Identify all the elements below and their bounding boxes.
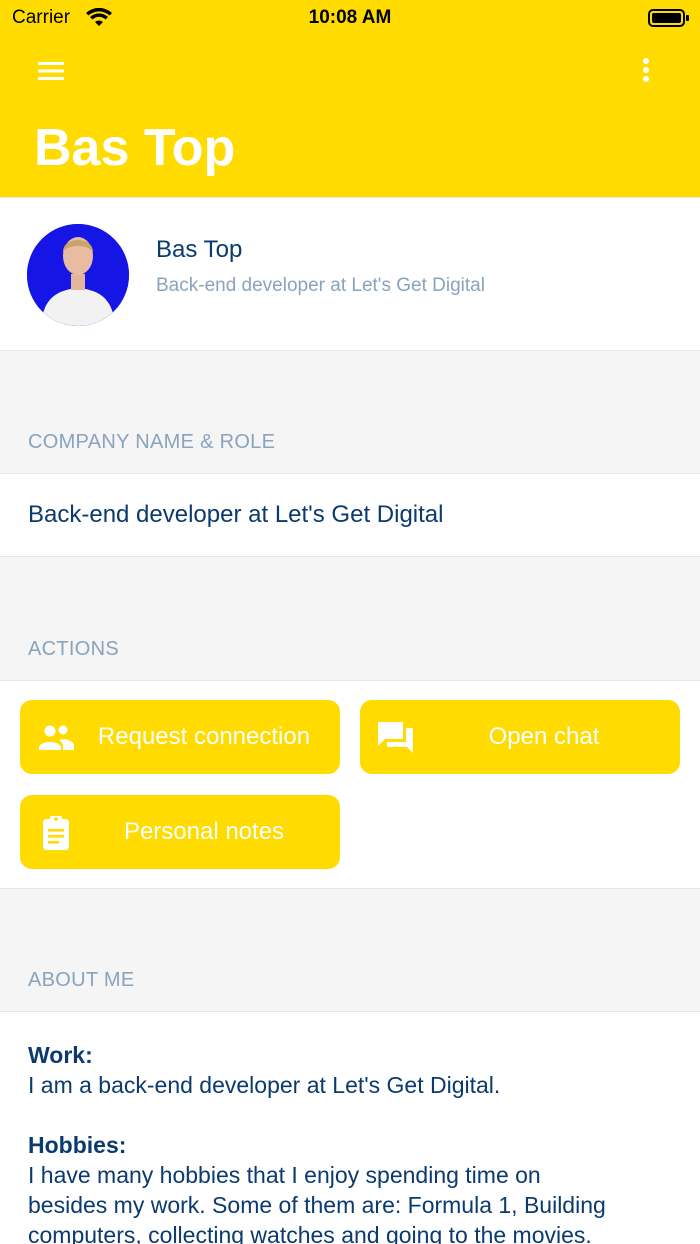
hobbies-heading: Hobbies: [28,1132,127,1158]
request-connection-button[interactable]: Request connection [20,700,340,774]
chat-icon [378,722,413,753]
open-chat-button[interactable]: Open chat [360,700,680,774]
app-header: Carrier 10:08 AM Bas Top [0,0,700,197]
battery-icon [648,9,689,27]
profile-role: Back-end developer at Let's Get Digital [156,275,485,296]
people-icon [39,725,74,750]
work-text: I am a back-end developer at Let's Get D… [28,1072,501,1098]
about-block: Work: I am a back-end developer at Let's… [0,1011,700,1244]
actions-section-label: ACTIONS [28,638,119,660]
personal-notes-button[interactable]: Personal notes [20,795,340,869]
avatar [27,224,129,326]
page-title: Bas Top [34,119,236,177]
status-bar: Carrier 10:08 AM [0,0,700,36]
profile-name: Bas Top [156,236,243,263]
about-section-label: ABOUT ME [28,969,135,991]
hobbies-text-line-3: computers, collecting watches and going … [28,1222,592,1244]
clipboard-icon [43,816,69,850]
company-section-label: COMPANY NAME & ROLE [28,431,276,453]
about-text: Work: I am a back-end developer at Let's… [28,1040,688,1244]
company-role-value: Back-end developer at Let's Get Digital [28,501,444,528]
work-heading: Work: [28,1042,93,1068]
status-time: 10:08 AM [308,7,392,28]
request-connection-label: Request connection [97,723,311,750]
open-chat-label: Open chat [488,723,600,750]
company-block: Back-end developer at Let's Get Digital [0,473,700,557]
actions-block: Request connection Open chat Personal no… [0,680,700,889]
more-vertical-icon[interactable] [632,56,660,86]
hobbies-text-line-2: besides my work. Some of them are: Formu… [28,1192,606,1218]
person-photo [27,224,129,326]
personal-notes-label: Personal notes [123,818,285,845]
profile-card: Bas Top Back-end developer at Let's Get … [0,197,700,351]
hobbies-text-line-1: I have many hobbies that I enjoy spendin… [28,1162,541,1188]
hamburger-menu-icon[interactable] [36,58,66,84]
